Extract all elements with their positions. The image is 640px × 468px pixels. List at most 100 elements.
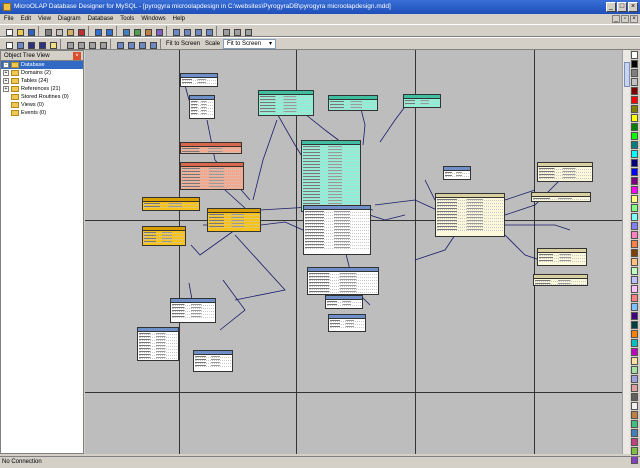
scale-select[interactable]: Fit to Screen ▾ bbox=[223, 38, 277, 49]
color-swatch[interactable] bbox=[631, 420, 638, 428]
tree-item[interactable]: Events (0) bbox=[1, 109, 83, 117]
table-entity[interactable] bbox=[193, 350, 233, 372]
menu-tools[interactable]: Tools bbox=[119, 14, 135, 24]
color-swatch[interactable] bbox=[631, 447, 638, 455]
paste-icon[interactable] bbox=[64, 26, 74, 36]
table-entity[interactable] bbox=[180, 73, 218, 87]
color-swatch[interactable] bbox=[631, 321, 638, 329]
table-entity[interactable] bbox=[301, 140, 361, 212]
tree-item[interactable]: + Domains (2) bbox=[1, 69, 83, 77]
table-entity[interactable] bbox=[537, 248, 587, 266]
expander-icon[interactable]: + bbox=[3, 70, 9, 76]
align-top-icon[interactable] bbox=[86, 39, 96, 49]
color-swatch[interactable] bbox=[631, 285, 638, 293]
table-entity[interactable] bbox=[170, 298, 216, 323]
menu-diagram[interactable]: Diagram bbox=[57, 14, 82, 24]
color-swatch[interactable] bbox=[631, 159, 638, 167]
color-swatch[interactable] bbox=[631, 384, 638, 392]
table-entity[interactable] bbox=[189, 95, 215, 119]
tree-item[interactable]: - Database bbox=[1, 61, 83, 69]
table-entity[interactable] bbox=[307, 267, 379, 295]
tree-item[interactable]: + Tables (24) bbox=[1, 77, 83, 85]
menu-help[interactable]: Help bbox=[172, 14, 186, 24]
color-swatch[interactable] bbox=[631, 96, 638, 104]
color-swatch[interactable] bbox=[631, 78, 638, 86]
table-entity[interactable] bbox=[533, 274, 588, 286]
doc-close-button[interactable]: × bbox=[630, 15, 638, 23]
table-entity[interactable] bbox=[258, 90, 314, 116]
view-icon[interactable] bbox=[181, 26, 191, 36]
table-entity[interactable] bbox=[537, 162, 593, 182]
color-swatch[interactable] bbox=[631, 195, 638, 203]
color-swatch[interactable] bbox=[631, 87, 638, 95]
color-swatch[interactable] bbox=[631, 51, 638, 59]
color-swatch[interactable] bbox=[631, 114, 638, 122]
align-left-icon[interactable] bbox=[64, 39, 74, 49]
color-swatch[interactable] bbox=[631, 438, 638, 446]
routine-icon[interactable] bbox=[192, 26, 202, 36]
zoom-out-icon[interactable] bbox=[147, 39, 157, 49]
color-swatch[interactable] bbox=[631, 213, 638, 221]
expander-icon[interactable]: - bbox=[3, 62, 9, 68]
find-icon[interactable] bbox=[120, 26, 130, 36]
properties-icon[interactable] bbox=[242, 26, 252, 36]
color-swatch[interactable] bbox=[631, 357, 638, 365]
grid-icon[interactable] bbox=[125, 39, 135, 49]
table-entity[interactable] bbox=[328, 95, 378, 111]
minimize-button[interactable]: _ bbox=[606, 2, 616, 12]
table-entity[interactable] bbox=[142, 197, 200, 211]
color-swatch[interactable] bbox=[631, 105, 638, 113]
table-entity[interactable] bbox=[443, 166, 471, 180]
menu-edit[interactable]: Edit bbox=[20, 14, 32, 24]
table-entity[interactable] bbox=[180, 162, 244, 190]
modify-database-icon[interactable] bbox=[153, 26, 163, 36]
color-swatch[interactable] bbox=[631, 231, 638, 239]
new-icon[interactable] bbox=[3, 26, 13, 36]
reverse-engineer-icon[interactable] bbox=[142, 26, 152, 36]
new-identifying-reference-icon[interactable] bbox=[36, 39, 46, 49]
color-swatch[interactable] bbox=[631, 366, 638, 374]
color-swatch[interactable] bbox=[631, 267, 638, 275]
new-note-icon[interactable] bbox=[47, 39, 57, 49]
color-swatch[interactable] bbox=[631, 312, 638, 320]
color-swatch[interactable] bbox=[631, 402, 638, 410]
color-swatch[interactable] bbox=[631, 132, 638, 140]
color-swatch[interactable] bbox=[631, 150, 638, 158]
close-icon[interactable]: × bbox=[73, 52, 81, 60]
color-swatch[interactable] bbox=[631, 222, 638, 230]
color-swatch[interactable] bbox=[631, 303, 638, 311]
layout-icon[interactable] bbox=[114, 39, 124, 49]
open-icon[interactable] bbox=[14, 26, 24, 36]
close-button[interactable]: × bbox=[628, 2, 638, 12]
color-swatch[interactable] bbox=[631, 177, 638, 185]
table-entity[interactable] bbox=[180, 142, 242, 154]
pointer-icon[interactable] bbox=[3, 39, 13, 49]
align-right-icon[interactable] bbox=[75, 39, 85, 49]
print-icon[interactable] bbox=[220, 26, 230, 36]
table-entity[interactable] bbox=[328, 314, 366, 332]
color-swatch[interactable] bbox=[631, 60, 638, 68]
tree-item[interactable]: Views (0) bbox=[1, 101, 83, 109]
maximize-button[interactable]: □ bbox=[617, 2, 627, 12]
table-entity[interactable] bbox=[142, 226, 186, 246]
color-swatch[interactable] bbox=[631, 168, 638, 176]
menu-file[interactable]: File bbox=[3, 14, 15, 24]
color-swatch[interactable] bbox=[631, 123, 638, 131]
color-swatch[interactable] bbox=[631, 348, 638, 356]
color-swatch[interactable] bbox=[631, 186, 638, 194]
table-entity[interactable] bbox=[303, 205, 371, 255]
save-icon[interactable] bbox=[25, 26, 35, 36]
color-swatch[interactable] bbox=[631, 375, 638, 383]
color-swatch[interactable] bbox=[631, 429, 638, 437]
zoom-in-icon[interactable] bbox=[136, 39, 146, 49]
delete-icon[interactable] bbox=[75, 26, 85, 36]
expander-icon[interactable]: + bbox=[3, 78, 9, 84]
domain-icon[interactable] bbox=[203, 26, 213, 36]
color-swatch[interactable] bbox=[631, 276, 638, 284]
table-entity[interactable] bbox=[403, 94, 441, 108]
table-entity[interactable] bbox=[325, 295, 363, 309]
cut-icon[interactable] bbox=[42, 26, 52, 36]
vertical-scrollbar[interactable] bbox=[622, 50, 630, 454]
color-swatch[interactable] bbox=[631, 294, 638, 302]
table-entity[interactable] bbox=[207, 208, 261, 232]
